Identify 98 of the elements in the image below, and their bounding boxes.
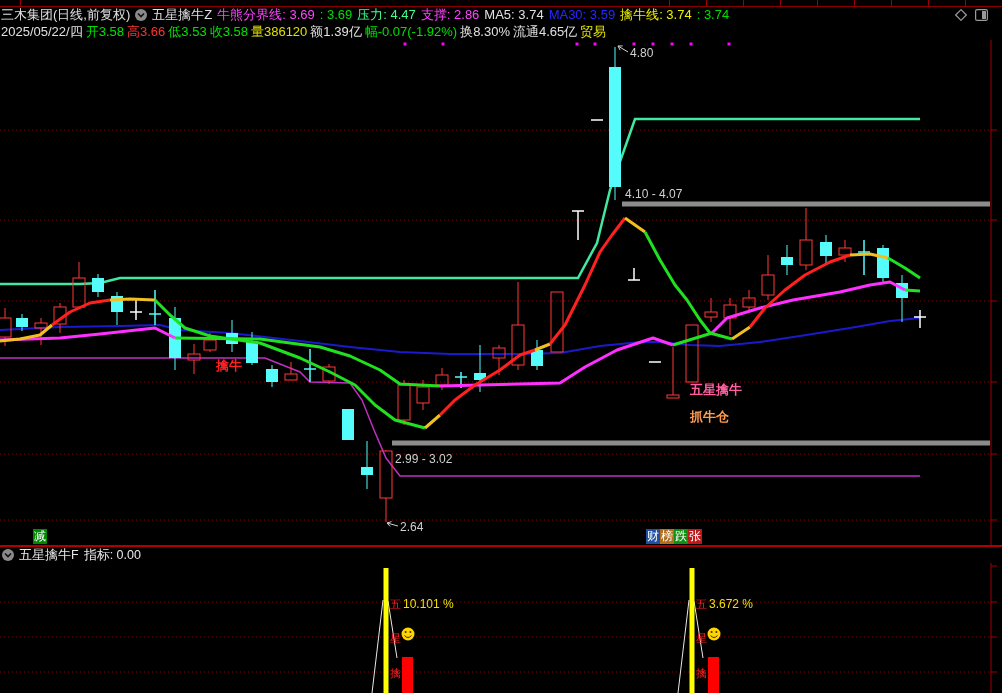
candlestick [913, 309, 927, 329]
quote-field: 换8.30% [460, 23, 510, 40]
smiley-icon [707, 627, 721, 641]
candlestick [781, 244, 793, 276]
candlestick [203, 332, 217, 353]
candlestick [571, 210, 585, 241]
leader-arrow [617, 45, 629, 53]
candlestick [761, 254, 775, 301]
candlestick [454, 371, 468, 389]
candlestick [474, 344, 486, 393]
signal-label: 星 [696, 632, 707, 644]
quote-field: 幅-0.07(-1.92%) [364, 23, 458, 40]
candlestick [72, 261, 86, 308]
signal-badge: 榜 [660, 529, 674, 544]
candlestick [820, 234, 832, 266]
candlestick [342, 408, 354, 441]
chevron-down-icon[interactable] [135, 9, 148, 21]
readout-value: 牛熊分界线: 3.69 [217, 7, 315, 23]
indicator-bar [402, 657, 413, 693]
candlestick [666, 346, 680, 399]
candlestick [838, 239, 852, 263]
candlestick [857, 239, 871, 276]
candlestick [0, 307, 12, 347]
candlestick [648, 361, 662, 363]
quote-field: 流通4.65亿 [513, 23, 578, 40]
candlestick [322, 363, 336, 385]
candlestick [742, 289, 756, 311]
indicator-reading: 指标: 0.00 [83, 546, 141, 564]
candlestick [284, 361, 298, 381]
candlestick [492, 344, 506, 376]
candlestick [34, 317, 48, 346]
signal-label: 擒 [696, 667, 707, 679]
candlestick [226, 319, 238, 353]
price-label: 4.80 [630, 46, 654, 60]
chevron-down-icon[interactable] [2, 549, 14, 561]
price-label: 2.64 [400, 520, 424, 534]
readout-value: MA30: 3.59 [548, 7, 616, 23]
panel-title: 五星擒牛F [19, 546, 79, 564]
candlestick [550, 291, 564, 353]
readout-value: MA5: 3.74 [484, 7, 544, 23]
quote-field: 贸易 [580, 23, 607, 40]
signal-label: 五星擒牛 [690, 382, 742, 397]
readout-value: : 3.74 [696, 7, 730, 23]
candlestick [704, 297, 718, 323]
candlestick [303, 348, 317, 383]
candlestick [531, 339, 543, 371]
signal-label: 抓牛仓 [690, 409, 729, 424]
percent-label: 3.672 % [709, 597, 754, 611]
candlestick [397, 379, 411, 426]
panel-icon[interactable] [975, 9, 988, 21]
quote-field: 开3.58 [85, 23, 124, 40]
candlestick [187, 343, 201, 375]
quote-field: 收3.58 [209, 23, 248, 40]
candlestick [53, 302, 67, 334]
readout-value: : 3.69 [319, 7, 353, 23]
candlestick [16, 313, 28, 332]
range-label: 4.10 - 4.07 [625, 187, 683, 201]
readout-value: 支撑: 2.86 [420, 7, 480, 23]
candlestick [246, 331, 258, 366]
quote-field: 2025/05/22/四 [1, 23, 83, 40]
readout-value: 压力: 4.47 [357, 7, 416, 23]
signal-badge: 财 [646, 529, 660, 544]
range-label: 2.99 - 3.02 [395, 452, 453, 466]
signal-label: 擒牛 [216, 358, 242, 373]
signal-label: 擒 [390, 667, 401, 679]
signal-badge: 减 [33, 529, 47, 544]
quote-field: 额1.39亿 [310, 23, 362, 40]
indicator-bar [708, 657, 719, 693]
smiley-icon [401, 627, 415, 641]
signal-badge: 跌 [674, 529, 688, 544]
signal-badge: 张 [688, 529, 702, 544]
percent-label: 10.101 % [403, 597, 454, 611]
quote-field: 高3.66 [127, 23, 166, 40]
signal-label: 五 [390, 598, 401, 610]
candlestick [92, 273, 104, 298]
candlestick [435, 367, 449, 391]
candlestick [111, 291, 123, 326]
candlestick [361, 440, 373, 490]
candlestick [129, 299, 143, 321]
signal-label: 五 [696, 598, 707, 610]
quote-field: 量386120 [250, 23, 308, 40]
indicator-name: 五星擒牛Z [152, 7, 213, 23]
candlestick [799, 207, 813, 271]
diamond-icon[interactable] [955, 9, 967, 21]
candlestick [266, 364, 278, 388]
security-name: 三木集团(日线,前复权) [1, 7, 131, 23]
candlestick [148, 289, 162, 326]
candlestick [896, 274, 908, 323]
candlestick [416, 379, 430, 411]
candlestick [590, 119, 604, 121]
signal-label: 星 [390, 632, 401, 644]
candlestick [685, 324, 699, 383]
readout-value: 擒牛线: 3.74 [620, 7, 692, 23]
quote-field: 低3.53 [168, 23, 207, 40]
candlestick [169, 306, 181, 371]
candlestick [627, 267, 641, 281]
candlestick [723, 297, 737, 336]
leader-arrow [386, 521, 399, 527]
